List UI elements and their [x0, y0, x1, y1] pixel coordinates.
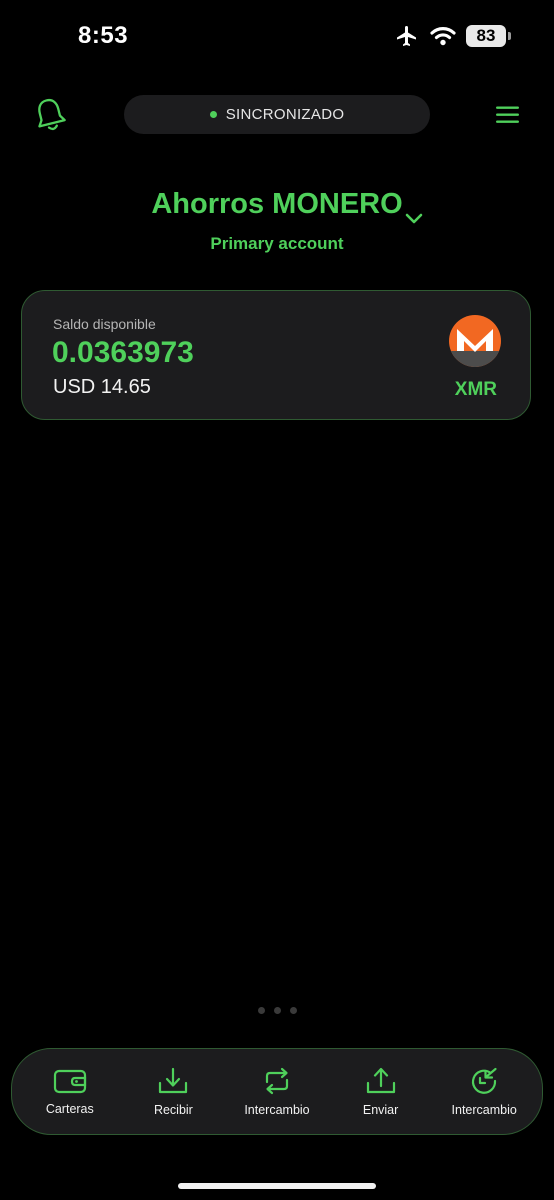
sync-status-dot [209, 111, 217, 118]
wifi-icon [430, 26, 456, 46]
battery-icon: 83 [466, 25, 511, 47]
page-dot[interactable] [289, 1007, 297, 1014]
monero-logo [449, 315, 501, 367]
hamburger-menu-icon[interactable] [496, 106, 519, 129]
nav-receive-button[interactable]: Recibir [123, 1066, 223, 1117]
wallet-name[interactable]: Ahorros MONERO [0, 188, 554, 221]
status-time: 8:53 [78, 22, 129, 49]
bell-icon[interactable] [32, 96, 68, 139]
exchange-icon [261, 1066, 293, 1096]
page-dot[interactable] [257, 1007, 265, 1014]
wallet-icon [53, 1067, 87, 1095]
nav-swap-label: Intercambio [451, 1103, 517, 1117]
home-indicator[interactable] [178, 1183, 376, 1189]
balance-amount: 0.0363973 [52, 336, 194, 369]
nav-receive-label: Recibir [153, 1103, 193, 1117]
nav-send-button[interactable]: Enviar [331, 1066, 431, 1117]
sync-status-pill[interactable]: SINCRONIZADO [124, 95, 430, 134]
account-name[interactable]: Primary account [0, 234, 554, 254]
sync-status-text: SINCRONIZADO [225, 106, 345, 123]
balance-fiat-value: USD 14.65 [53, 376, 151, 398]
balance-card[interactable]: Saldo disponible 0.0363973 USD 14.65 XMR [21, 290, 531, 420]
chevron-down-icon[interactable] [404, 212, 424, 231]
download-icon [157, 1066, 189, 1096]
nav-wallets-button[interactable]: Carteras [20, 1067, 120, 1116]
bottom-nav: Carteras Recibir Intercambio Enviar Inte… [11, 1048, 543, 1135]
nav-wallets-label: Carteras [45, 1102, 94, 1116]
balance-label: Saldo disponible [53, 316, 156, 332]
status-icons: 83 [394, 24, 511, 48]
page-dot[interactable] [273, 1007, 281, 1014]
airplane-icon [394, 24, 420, 48]
nav-exchange-button[interactable]: Intercambio [227, 1066, 327, 1117]
nav-exchange-label: Intercambio [244, 1103, 310, 1117]
page-indicator [0, 1007, 554, 1014]
nav-send-label: Enviar [362, 1103, 399, 1117]
swap-circle-icon [468, 1066, 500, 1096]
currency-label: XMR [454, 379, 497, 400]
upload-icon [365, 1066, 397, 1096]
nav-swap-button[interactable]: Intercambio [434, 1066, 534, 1117]
